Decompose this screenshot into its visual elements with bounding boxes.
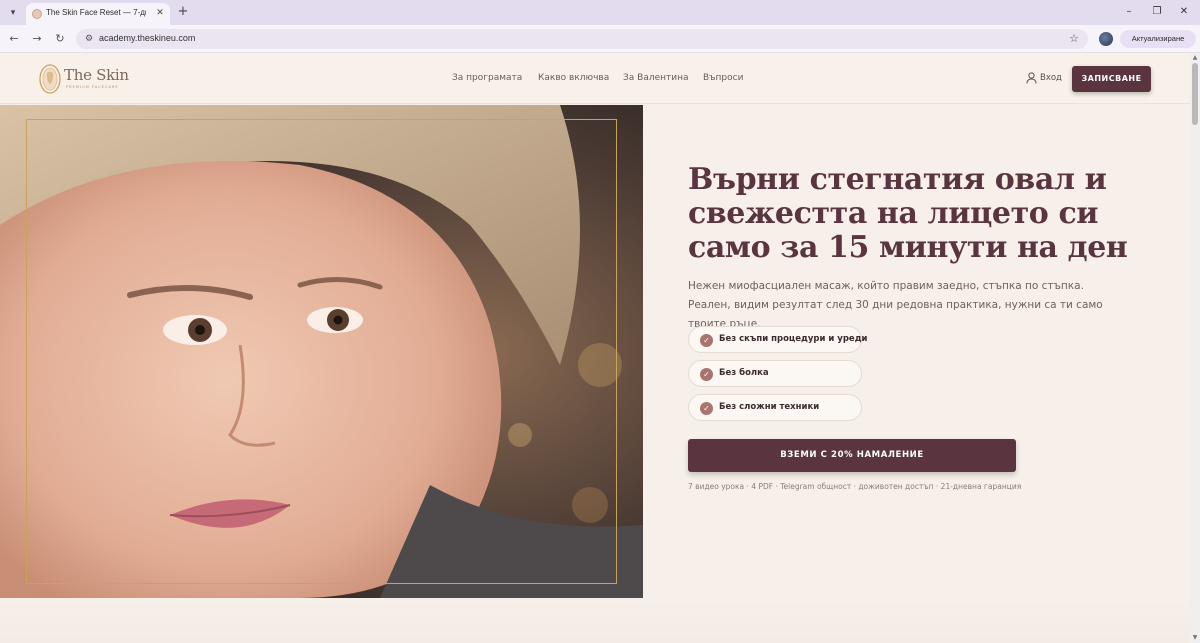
scrollbar-thumb[interactable] — [1192, 63, 1198, 125]
portrait-illustration — [0, 105, 643, 598]
login-label: Вход — [1040, 73, 1062, 83]
enroll-button[interactable]: ЗАПИСВАНЕ — [1072, 66, 1151, 92]
discount-cta-button[interactable]: ВЗЕМИ С 20% НАМАЛЕНИЕ — [688, 439, 1016, 472]
new-tab-icon[interactable]: + — [176, 5, 190, 19]
nav-link-about-valentina[interactable]: За Валентина — [623, 73, 689, 83]
check-icon: ✓ — [700, 334, 713, 347]
back-icon[interactable]: ← — [7, 32, 21, 46]
update-browser-button[interactable]: Актуализиране — [1120, 30, 1196, 48]
benefit-label: Без сложни техники — [719, 402, 820, 412]
site-info-icon[interactable]: ⚙ — [82, 32, 96, 46]
nav-link-whats-included[interactable]: Какво включва — [538, 73, 609, 83]
reload-icon[interactable]: ↻ — [53, 32, 67, 46]
browser-tab-bar: ▾ The Skin Face Reset — 7-дневе ✕ + – ❐ … — [0, 0, 1200, 25]
user-icon — [1026, 72, 1037, 84]
bookmark-star-icon[interactable]: ☆ — [1066, 31, 1082, 47]
forward-icon[interactable]: → — [30, 32, 44, 46]
url-text[interactable]: academy.theskineu.com — [99, 33, 195, 43]
next-section-band — [0, 598, 1190, 643]
hero-headline: Върни стегнатия овал и свежестта на лице… — [688, 162, 1128, 265]
tab-search-icon[interactable]: ▾ — [6, 6, 20, 20]
site-header: The Skin PREMIUM FACECARE За програмата … — [0, 53, 1190, 104]
hero-portrait-image — [0, 105, 643, 598]
site-logo[interactable]: The Skin PREMIUM FACECARE — [36, 63, 136, 95]
restore-icon[interactable]: ❐ — [1150, 5, 1164, 19]
logo-subtext: PREMIUM FACECARE — [66, 85, 119, 89]
scroll-down-icon[interactable]: ▼ — [1191, 634, 1199, 642]
minimize-icon[interactable]: – — [1122, 5, 1136, 19]
benefit-chip: ✓ Без болка — [688, 360, 862, 387]
favicon-icon — [32, 9, 42, 19]
nav-link-about-program[interactable]: За програмата — [452, 73, 522, 83]
check-icon: ✓ — [700, 368, 713, 381]
browser-tab-active[interactable]: The Skin Face Reset — 7-дневе ✕ — [26, 3, 170, 25]
benefit-chip: ✓ Без скъпи процедури и уреди — [688, 326, 868, 353]
nav-link-questions[interactable]: Въпроси — [703, 73, 743, 83]
features-summary: 7 видео урока · 4 PDF · Telegram общност… — [688, 482, 1022, 491]
close-window-icon[interactable]: ✕ — [1177, 5, 1191, 19]
logo-text: The Skin — [64, 66, 129, 84]
address-bar[interactable]: ⚙ academy.theskineu.com ☆ — [76, 29, 1088, 49]
profile-avatar[interactable] — [1099, 32, 1113, 46]
page-viewport: The Skin PREMIUM FACECARE За програмата … — [0, 53, 1190, 643]
benefit-chip: ✓ Без сложни техники — [688, 394, 862, 421]
logo-mark-icon — [39, 64, 61, 94]
scroll-up-icon[interactable]: ▲ — [1191, 54, 1199, 62]
browser-toolbar: ← → ↻ ⚙ academy.theskineu.com ☆ Актуализ… — [0, 25, 1200, 53]
tab-close-icon[interactable]: ✕ — [154, 7, 166, 19]
benefit-label: Без болка — [719, 368, 769, 378]
page-scrollbar[interactable]: ▲ ▼ — [1190, 53, 1200, 643]
benefit-label: Без скъпи процедури и уреди — [719, 334, 868, 344]
check-icon: ✓ — [700, 402, 713, 415]
tab-title: The Skin Face Reset — 7-дневе — [46, 8, 146, 17]
